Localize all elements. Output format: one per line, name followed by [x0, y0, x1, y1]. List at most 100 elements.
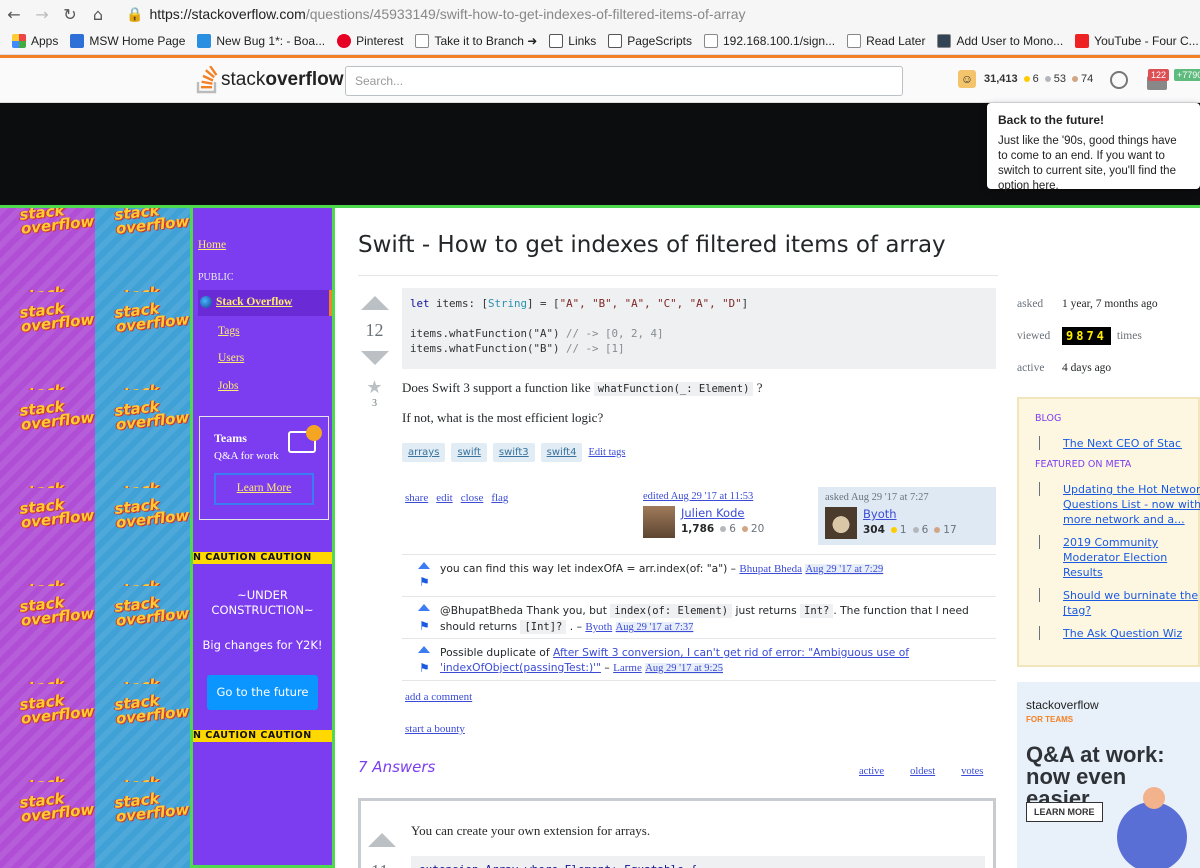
comment-user[interactable]: Bhupat Bheda	[739, 563, 802, 575]
tile-logo-text: stackoverflow	[18, 299, 95, 336]
forward-icon[interactable]: →	[28, 5, 56, 24]
sort-oldest-tab[interactable]: oldest	[910, 766, 935, 777]
go-to-future-button[interactable]: Go to the future	[207, 675, 318, 710]
tile-logo-text: stackoverflow	[18, 593, 95, 630]
history-icon[interactable]	[1110, 71, 1128, 89]
answer-upvote-icon[interactable]	[368, 833, 396, 847]
learn-more-button[interactable]: Learn More	[214, 473, 314, 505]
teams-ad[interactable]: stackoverflow FOR TEAMS Q&A at work: now…	[1017, 682, 1200, 868]
gold-badge-icon	[1023, 76, 1030, 82]
silver-count: 53	[1053, 73, 1067, 85]
logo-tile: stackoverflow stackoverflow	[95, 488, 190, 586]
edit-tags-link[interactable]: Edit tags	[588, 447, 625, 458]
bookmark-links[interactable]: Links	[549, 34, 596, 48]
avatar[interactable]: ☺	[958, 70, 976, 88]
logo-tile: stackoverflow stackoverflow	[95, 684, 190, 782]
bookmark-pagescripts[interactable]: PageScripts	[608, 34, 692, 48]
bronze-count: 74	[1081, 73, 1094, 85]
edit-link[interactable]: edit	[436, 492, 453, 504]
bronze-count: 17	[943, 524, 957, 536]
comment-user[interactable]: Byoth	[585, 621, 612, 633]
comment-time[interactable]: Aug 29 '17 at 7:29	[805, 564, 884, 575]
sort-votes-tab[interactable]: votes	[961, 766, 983, 777]
nav-stack-overflow[interactable]: Stack Overflow	[216, 296, 292, 308]
bookmark-router[interactable]: 192.168.100.1/sign...	[703, 34, 835, 48]
close-link[interactable]: close	[461, 492, 484, 504]
downvote-icon[interactable]	[360, 351, 389, 365]
flag-icon[interactable]: ⚑	[419, 661, 430, 676]
avatar[interactable]	[825, 507, 857, 539]
editor-name[interactable]: Julien Kode	[681, 506, 764, 520]
bookmark-msw[interactable]: MSW Home Page	[70, 34, 185, 48]
tile-logo-text: stackoverflow	[114, 674, 190, 684]
blog-item[interactable]: The Next CEO of Stack O...	[1035, 436, 1182, 451]
comment-time[interactable]: Aug 29 '17 at 9:25	[645, 663, 723, 674]
meta-item[interactable]: The Ask Question Wizard	[1035, 626, 1182, 641]
ad-learn-more-button[interactable]: LEARN MORE	[1026, 802, 1103, 822]
meta-item[interactable]: 2019 Community Moderator Election Result…	[1035, 535, 1200, 580]
silver-badge-icon	[1044, 76, 1051, 82]
tag-swift[interactable]: swift	[451, 443, 487, 462]
sort-active-tab[interactable]: active	[859, 766, 884, 777]
view-counter: 9874	[1062, 327, 1111, 345]
big-changes-text: Big changes for Y2K!	[202, 638, 323, 652]
teams-promo: Teams Q&A for work Learn More	[199, 416, 329, 520]
comment-upvote-icon[interactable]	[418, 646, 430, 653]
nav-jobs[interactable]: Jobs	[218, 380, 238, 392]
user-card[interactable]: ☺ 31,413 6 53 74	[958, 70, 1093, 88]
meta-item[interactable]: Should we burninate the [tag?	[1035, 588, 1200, 618]
bookmark-add-user[interactable]: Add User to Mono...	[937, 34, 1063, 48]
flag-link[interactable]: flag	[491, 492, 508, 504]
back-icon[interactable]: ←	[0, 5, 28, 24]
ad-headline: Q&A at work: now even easier.	[1026, 742, 1165, 811]
bookmark-take-branch[interactable]: Take it to Branch ➜	[415, 34, 537, 48]
inbox-badge: 122	[1148, 69, 1170, 81]
tag-swift4[interactable]: swift4	[540, 443, 583, 462]
tile-logo-text: stackoverflow	[19, 282, 95, 292]
question-title[interactable]: Swift - How to get indexes of filtered i…	[358, 232, 946, 258]
logo-text-b: overflow	[265, 69, 344, 90]
meta-item[interactable]: Updating the Hot Network Questions List …	[1035, 482, 1200, 527]
bookmark-new-bug[interactable]: New Bug 1*: - Boa...	[197, 34, 325, 48]
favorite-star-icon[interactable]: ★	[358, 377, 391, 398]
asker-name[interactable]: Byoth	[863, 507, 957, 521]
tag-swift3[interactable]: swift3	[492, 443, 535, 462]
share-link[interactable]: share	[405, 492, 428, 504]
tile-logo-text: stackoverflow	[18, 397, 95, 434]
home-icon[interactable]: ⌂	[84, 5, 112, 24]
search-input[interactable]: Search...	[345, 66, 903, 96]
reload-icon[interactable]: ↻	[56, 5, 84, 24]
bookmark-youtube[interactable]: YouTube - Four C...	[1075, 34, 1199, 48]
tile-logo-text: stackoverflow	[18, 205, 95, 238]
comment-upvote-icon[interactable]	[418, 562, 430, 569]
bookmark-apps[interactable]: Apps	[12, 34, 58, 48]
avatar[interactable]	[643, 506, 675, 538]
tag-arrays[interactable]: arrays	[402, 443, 446, 462]
flag-icon[interactable]: ⚑	[419, 619, 430, 634]
bronze-badge-icon	[741, 526, 748, 532]
so-logo[interactable]: stack overflow	[195, 66, 343, 94]
nav-users[interactable]: Users	[218, 352, 244, 364]
bookmark-read-later[interactable]: Read Later	[847, 34, 925, 48]
bookmark-pinterest[interactable]: Pinterest	[337, 34, 403, 48]
flag-icon[interactable]: ⚑	[419, 575, 430, 590]
reputation: 31,413	[984, 73, 1018, 85]
favorite-count: 3	[372, 398, 377, 409]
url-path: /questions/45933149/swift-how-to-get-ind…	[305, 5, 746, 22]
popup-title: Back to the future!	[998, 113, 1105, 127]
comment-upvote-icon[interactable]	[418, 604, 430, 611]
nav-home[interactable]: Home	[198, 239, 226, 251]
logo-tile: stackoverflow stackoverflow	[0, 390, 95, 488]
edited-time[interactable]: edited Aug 29 '17 at 11:53	[643, 491, 803, 502]
nav-tags[interactable]: Tags	[218, 325, 240, 337]
start-bounty-link[interactable]: start a bounty	[405, 723, 465, 735]
upvote-icon[interactable]	[360, 296, 389, 310]
achievements-badge[interactable]: +7790	[1174, 69, 1200, 81]
logo-tile: stackoverflow stackoverflow	[0, 684, 95, 782]
url-field[interactable]: 🔒 https://stackoverflow.com/questions/459…	[126, 6, 745, 23]
post-menu: share edit close flag	[405, 492, 516, 504]
comment-user[interactable]: Larme	[613, 662, 642, 674]
comment-time[interactable]: Aug 29 '17 at 7:37	[615, 622, 694, 633]
tile-logo-text: stackoverflow	[113, 593, 190, 630]
add-comment-link[interactable]: add a comment	[405, 691, 472, 703]
